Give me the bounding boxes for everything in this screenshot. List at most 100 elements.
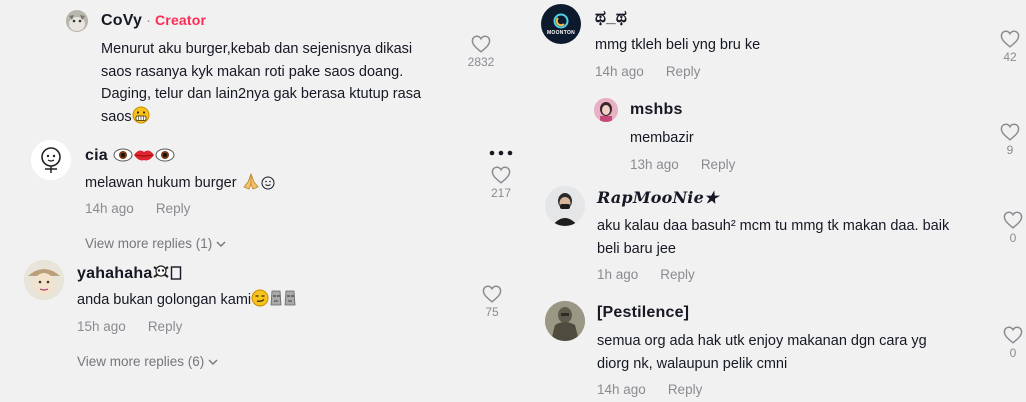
comment-text: mmg tkleh beli yng bru ke [595, 37, 761, 53]
like-count: 0 [1009, 231, 1017, 245]
moon-logo-icon [553, 13, 569, 28]
timestamp: 1h ago [597, 267, 639, 282]
cat-avatar-icon [66, 10, 88, 32]
heart-icon [471, 35, 491, 53]
like-button[interactable]: 75 [472, 285, 512, 319]
doodle-face-avatar-icon [31, 140, 71, 180]
view-more-replies-button[interactable]: View more replies (1) [85, 236, 226, 251]
heart-icon [1003, 211, 1023, 229]
comment-line: beli baru jee [597, 240, 676, 257]
like-count: 0 [1009, 346, 1017, 360]
heart-icon [482, 285, 502, 303]
timestamp: 14h ago [597, 382, 646, 397]
hat-person-avatar-icon [24, 260, 64, 300]
like-count: 42 [1003, 50, 1017, 64]
avatar[interactable]: MOONTON [541, 4, 581, 44]
more-options-icon[interactable] [489, 143, 513, 161]
username[interactable]: mshbs [630, 101, 683, 118]
username[interactable]: [Pestilence] [597, 304, 689, 321]
reply-button[interactable]: Reply [666, 64, 701, 79]
comment-meta: 14h ago Reply [85, 201, 190, 216]
avatar[interactable] [31, 140, 71, 180]
comment-text: anda bukan golongan kami [77, 289, 297, 315]
avatar[interactable] [594, 98, 618, 122]
view-more-label: View more replies (6) [77, 354, 205, 369]
eye-emoji-icon [155, 147, 175, 168]
reply-button[interactable]: Reply [660, 267, 695, 282]
comment-header: yahahaha [77, 263, 182, 286]
like-button[interactable]: 217 [481, 166, 521, 200]
heart-icon [1003, 326, 1023, 344]
chevron-down-icon [216, 241, 226, 248]
smile-emoji-icon [261, 175, 275, 198]
comment-header: CoVy · Creator [101, 12, 206, 30]
comment-meta: 15h ago Reply [77, 319, 182, 334]
like-count: 9 [1006, 143, 1014, 157]
avatar[interactable] [24, 260, 64, 300]
avatar-logo-text: MOONTON [546, 29, 576, 36]
username[interactable]: yahahaha [77, 265, 152, 282]
comment-text: aku kalau daa basuh² mcm tu mmg tk makan… [597, 215, 987, 260]
masked-person-avatar-icon [545, 186, 585, 226]
chevron-down-icon [208, 359, 218, 366]
like-button[interactable]: 42 [990, 30, 1026, 64]
comment-text: membazir [630, 130, 694, 146]
like-button[interactable]: 0 [993, 211, 1026, 245]
comment-line: Daging, telur dan lain2nya gak berasa kt… [101, 86, 422, 102]
moai-emoji-icon [269, 289, 283, 315]
like-count: 217 [490, 186, 512, 200]
reply-button[interactable]: Reply [148, 319, 183, 334]
reply-button[interactable]: Reply [668, 382, 703, 397]
comment-header: mshbs [630, 101, 683, 119]
comment-meta: 13h ago Reply [630, 157, 735, 172]
comment-header: ಥ_ಥ [595, 7, 627, 27]
timestamp: 14h ago [595, 64, 644, 79]
comment-header: [Pestilence] [597, 304, 689, 322]
avatar[interactable] [545, 186, 585, 226]
reply-button[interactable]: Reply [701, 157, 736, 172]
like-button[interactable]: 9 [990, 123, 1026, 157]
username[interactable]: RapMooNie★ [597, 188, 719, 207]
smirk-emoji-icon [251, 289, 269, 315]
comment-meta: 14h ago Reply [597, 382, 702, 397]
comment-line: semua org ada hak utk enjoy makanan dgn … [597, 333, 927, 349]
comment-text: melawan hukum burger [85, 172, 275, 198]
timestamp: 14h ago [85, 201, 134, 216]
armored-figure-avatar-icon [545, 301, 585, 341]
person-avatar-icon [594, 98, 618, 122]
grimace-emoji-icon [132, 106, 150, 132]
view-more-replies-button[interactable]: View more replies (6) [77, 354, 218, 369]
comment-line: saos rasanya kyk makan roti pake saos do… [101, 63, 404, 80]
creator-badge: Creator [154, 12, 207, 28]
lips-emoji-icon [133, 147, 155, 168]
like-count: 75 [485, 305, 499, 319]
missing-glyph-icon [170, 265, 182, 286]
username[interactable]: ಥ_ಥ [595, 7, 627, 26]
heart-icon [1000, 30, 1020, 48]
reply-button[interactable]: Reply [156, 201, 191, 216]
like-button[interactable]: 2832 [461, 35, 501, 69]
avatar[interactable] [66, 10, 88, 32]
heart-icon [491, 166, 511, 184]
like-count: 2832 [467, 55, 495, 69]
like-button[interactable]: 0 [993, 326, 1026, 360]
separator: · [146, 12, 151, 28]
timestamp: 15h ago [77, 319, 126, 334]
heart-icon [1000, 123, 1020, 141]
comment-text: semua org ada hak utk enjoy makanan dgn … [597, 330, 987, 375]
comment-line: saos [101, 106, 461, 132]
comment-line: aku kalau daa basuh² mcm tu mmg tk makan… [597, 218, 950, 234]
comment-text: Menurut aku burger,kebab dan sejenisnya … [101, 38, 461, 131]
avatar[interactable] [545, 301, 585, 341]
folded-hands-emoji-icon [241, 172, 261, 198]
username[interactable]: CoVy [101, 12, 142, 29]
comment-line: diorg nk, walaupun pelik cmni [597, 355, 788, 372]
view-more-label: View more replies (1) [85, 236, 213, 251]
skull-crossbones-emoji-icon [152, 263, 170, 286]
comment-line: Menurut aku burger,kebab dan sejenisnya … [101, 41, 413, 57]
eye-emoji-icon [113, 147, 133, 168]
moai-emoji-icon [283, 289, 297, 315]
comment-header: RapMooNie★ [597, 188, 719, 207]
username[interactable]: cia [85, 147, 108, 164]
timestamp: 13h ago [630, 157, 679, 172]
